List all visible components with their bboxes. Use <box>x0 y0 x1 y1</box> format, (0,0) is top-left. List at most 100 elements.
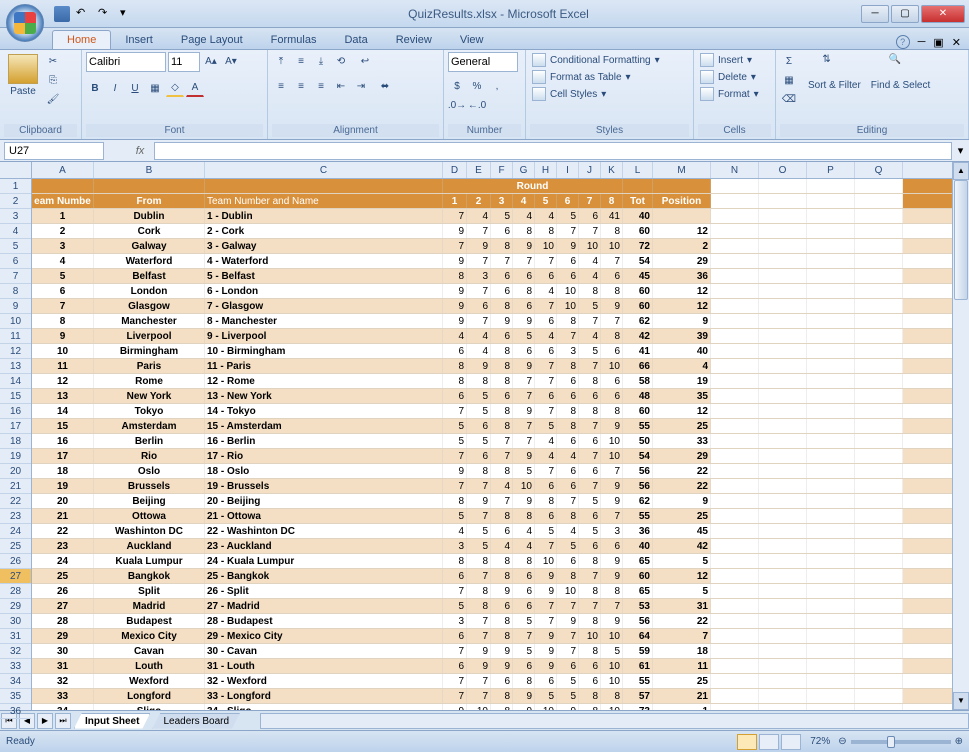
cell[interactable] <box>807 419 855 433</box>
cell[interactable]: 7 <box>601 464 623 478</box>
cell[interactable]: Rome <box>94 374 205 388</box>
cell[interactable] <box>759 479 807 493</box>
cell[interactable]: 25 - Bangkok <box>205 569 443 583</box>
cell[interactable]: 6 <box>601 344 623 358</box>
cell[interactable]: 14 <box>32 404 94 418</box>
cell[interactable] <box>807 704 855 710</box>
cell[interactable]: From <box>94 194 205 208</box>
cell[interactable]: 9 <box>601 479 623 493</box>
maximize-button[interactable]: ▢ <box>891 5 919 23</box>
cell[interactable]: 3 <box>491 194 513 208</box>
cell[interactable] <box>759 209 807 223</box>
cell[interactable] <box>711 479 759 493</box>
cell[interactable] <box>855 629 903 643</box>
cell[interactable]: Berlin <box>94 434 205 448</box>
cell[interactable]: 60 <box>623 404 653 418</box>
cell[interactable]: 53 <box>623 599 653 613</box>
cell[interactable]: 7 <box>513 254 535 268</box>
cell[interactable]: 58 <box>623 374 653 388</box>
tab-formulas[interactable]: Formulas <box>257 31 331 49</box>
cell[interactable]: New York <box>94 389 205 403</box>
cell[interactable]: 5 <box>491 209 513 223</box>
cell[interactable]: 11 <box>32 359 94 373</box>
cell[interactable]: 45 <box>653 524 711 538</box>
cell[interactable]: 13 - New York <box>205 389 443 403</box>
cell[interactable]: 6 <box>535 509 557 523</box>
cell[interactable] <box>711 554 759 568</box>
cell[interactable]: 39 <box>653 329 711 343</box>
cell[interactable]: 8 <box>579 644 601 658</box>
cell[interactable]: 9 <box>443 704 467 710</box>
cell[interactable]: 42 <box>623 329 653 343</box>
tab-home[interactable]: Home <box>52 30 111 49</box>
cell[interactable]: 8 <box>557 359 579 373</box>
cell[interactable]: 6 <box>491 329 513 343</box>
cell[interactable] <box>711 524 759 538</box>
cell[interactable]: 10 <box>467 704 491 710</box>
cell[interactable]: 28 - Budapest <box>205 614 443 628</box>
cell[interactable]: 7 <box>513 629 535 643</box>
cell[interactable]: 30 - Cavan <box>205 644 443 658</box>
row-header[interactable]: 23 <box>0 509 31 524</box>
cell[interactable]: 54 <box>623 254 653 268</box>
cell[interactable]: 7 <box>653 629 711 643</box>
cell[interactable] <box>623 179 653 193</box>
cell[interactable]: 6 <box>443 344 467 358</box>
find-select-button[interactable]: 🔍 Find & Select <box>867 52 934 93</box>
cell[interactable]: 8 <box>491 299 513 313</box>
cell[interactable]: 29 <box>653 449 711 463</box>
cell[interactable]: 26 - Split <box>205 584 443 598</box>
cell[interactable]: Auckland <box>94 539 205 553</box>
cell[interactable]: 17 - Rio <box>205 449 443 463</box>
cell[interactable]: 2 <box>32 224 94 238</box>
wrap-text-icon[interactable]: ↩ <box>352 52 378 70</box>
col-header-L[interactable]: L <box>623 162 653 178</box>
cell[interactable]: 6 <box>513 584 535 598</box>
cell[interactable]: 48 <box>623 389 653 403</box>
cell[interactable]: 9 <box>513 494 535 508</box>
cell[interactable]: Bangkok <box>94 569 205 583</box>
tab-page-layout[interactable]: Page Layout <box>167 31 257 49</box>
cell[interactable]: 4 <box>467 344 491 358</box>
cell[interactable] <box>855 239 903 253</box>
cell[interactable]: 4 <box>491 479 513 493</box>
cell[interactable]: 9 <box>601 419 623 433</box>
cell[interactable]: 8 <box>491 509 513 523</box>
cell[interactable]: 34 - Sligo <box>205 704 443 710</box>
row-header[interactable]: 3 <box>0 209 31 224</box>
cell[interactable] <box>759 614 807 628</box>
cell[interactable]: 4 <box>579 269 601 283</box>
cell[interactable]: 5 <box>513 329 535 343</box>
cell[interactable] <box>205 179 443 193</box>
cell[interactable]: 4 <box>443 329 467 343</box>
select-all-button[interactable] <box>0 162 31 179</box>
cell[interactable]: 3 - Galway <box>205 239 443 253</box>
cell[interactable]: 8 <box>467 374 491 388</box>
cell[interactable]: 12 <box>653 224 711 238</box>
cell[interactable]: Sligo <box>94 704 205 710</box>
cell[interactable]: Budapest <box>94 614 205 628</box>
cell[interactable]: 7 <box>491 449 513 463</box>
row-header[interactable]: 14 <box>0 374 31 389</box>
cell[interactable]: 6 <box>467 449 491 463</box>
cell[interactable]: 5 <box>467 404 491 418</box>
cell[interactable]: 6 <box>491 284 513 298</box>
page-break-view-icon[interactable] <box>781 734 801 750</box>
cell[interactable]: Dublin <box>94 209 205 223</box>
cell[interactable]: London <box>94 284 205 298</box>
cell[interactable]: Liverpool <box>94 329 205 343</box>
cell[interactable] <box>711 269 759 283</box>
cell[interactable]: 7 <box>601 254 623 268</box>
cell[interactable] <box>711 494 759 508</box>
grow-font-icon[interactable]: A▴ <box>202 52 220 70</box>
cell[interactable]: 55 <box>623 419 653 433</box>
cell[interactable] <box>759 299 807 313</box>
cell[interactable] <box>759 464 807 478</box>
cell[interactable]: 5 <box>32 269 94 283</box>
cell[interactable] <box>653 179 711 193</box>
row-header[interactable]: 22 <box>0 494 31 509</box>
cell[interactable]: 13 <box>32 389 94 403</box>
cell[interactable] <box>807 689 855 703</box>
cell[interactable]: 7 <box>467 284 491 298</box>
formula-input[interactable] <box>154 142 952 160</box>
